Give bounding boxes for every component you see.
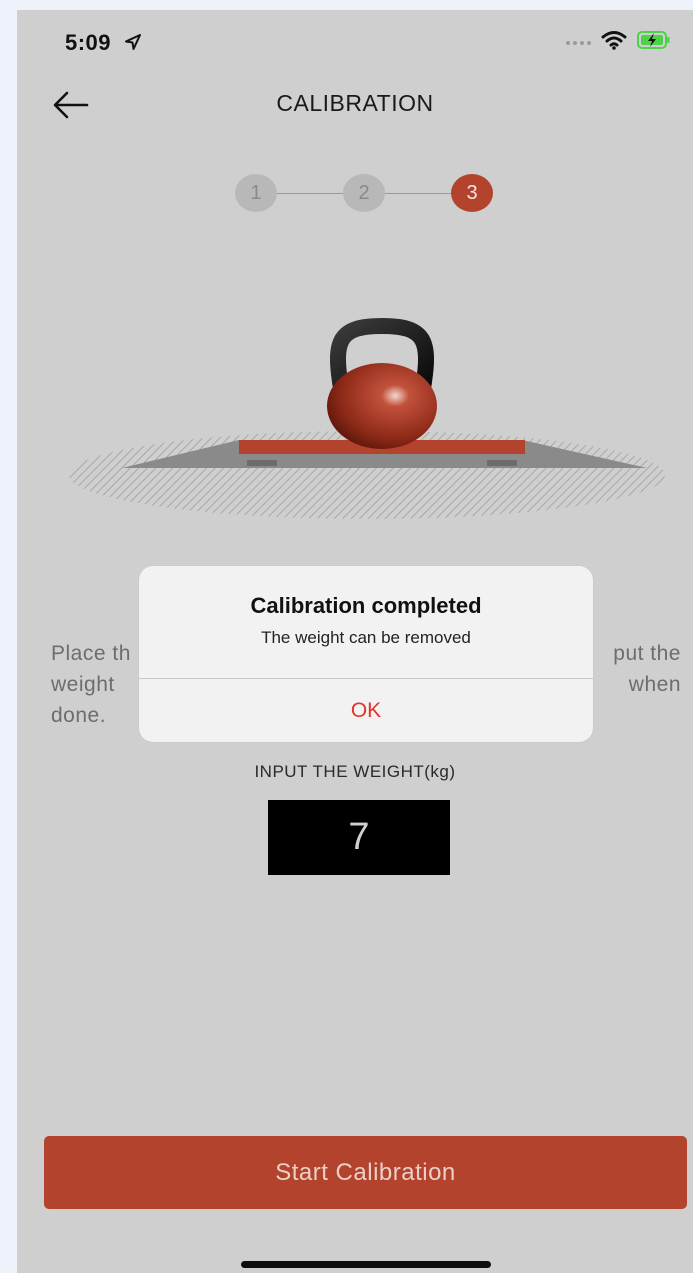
step-3: 3 [451, 174, 493, 212]
step-connector [277, 193, 343, 194]
status-time: 5:09 [65, 30, 142, 57]
status-right [566, 30, 671, 55]
step-1: 1 [235, 174, 277, 212]
step-2: 2 [343, 174, 385, 212]
alert-title: Calibration completed [250, 593, 482, 618]
status-time-text: 5:09 [65, 30, 112, 55]
wifi-icon [601, 30, 627, 55]
kettlebell-on-scale-icon [67, 310, 667, 520]
battery-charging-icon [637, 30, 671, 55]
location-arrow-icon [124, 31, 142, 57]
signal-icon [566, 40, 591, 45]
home-indicator[interactable] [241, 1261, 491, 1268]
calibration-alert: Calibration completed The weight can be … [139, 566, 593, 742]
weight-input[interactable]: 7 [268, 800, 450, 875]
alert-message: The weight can be removed [261, 628, 471, 647]
weight-input-label: INPUT THE WEIGHT(kg) [254, 762, 456, 781]
step-connector [385, 193, 451, 194]
page-title: CALIBRATION [276, 90, 434, 116]
instruction-right-column: put the when [613, 638, 681, 700]
phone-screen: 5:09 CALIBRATION 1 2 3 Place th weight d… [17, 10, 693, 1273]
instruction-line-2-right: when [628, 673, 681, 696]
step-indicator: 1 2 3 [235, 174, 497, 214]
instruction-line-1-right: put the [613, 642, 681, 665]
start-calibration-button[interactable]: Start Calibration [44, 1136, 687, 1209]
alert-ok-button[interactable]: OK [139, 679, 593, 742]
